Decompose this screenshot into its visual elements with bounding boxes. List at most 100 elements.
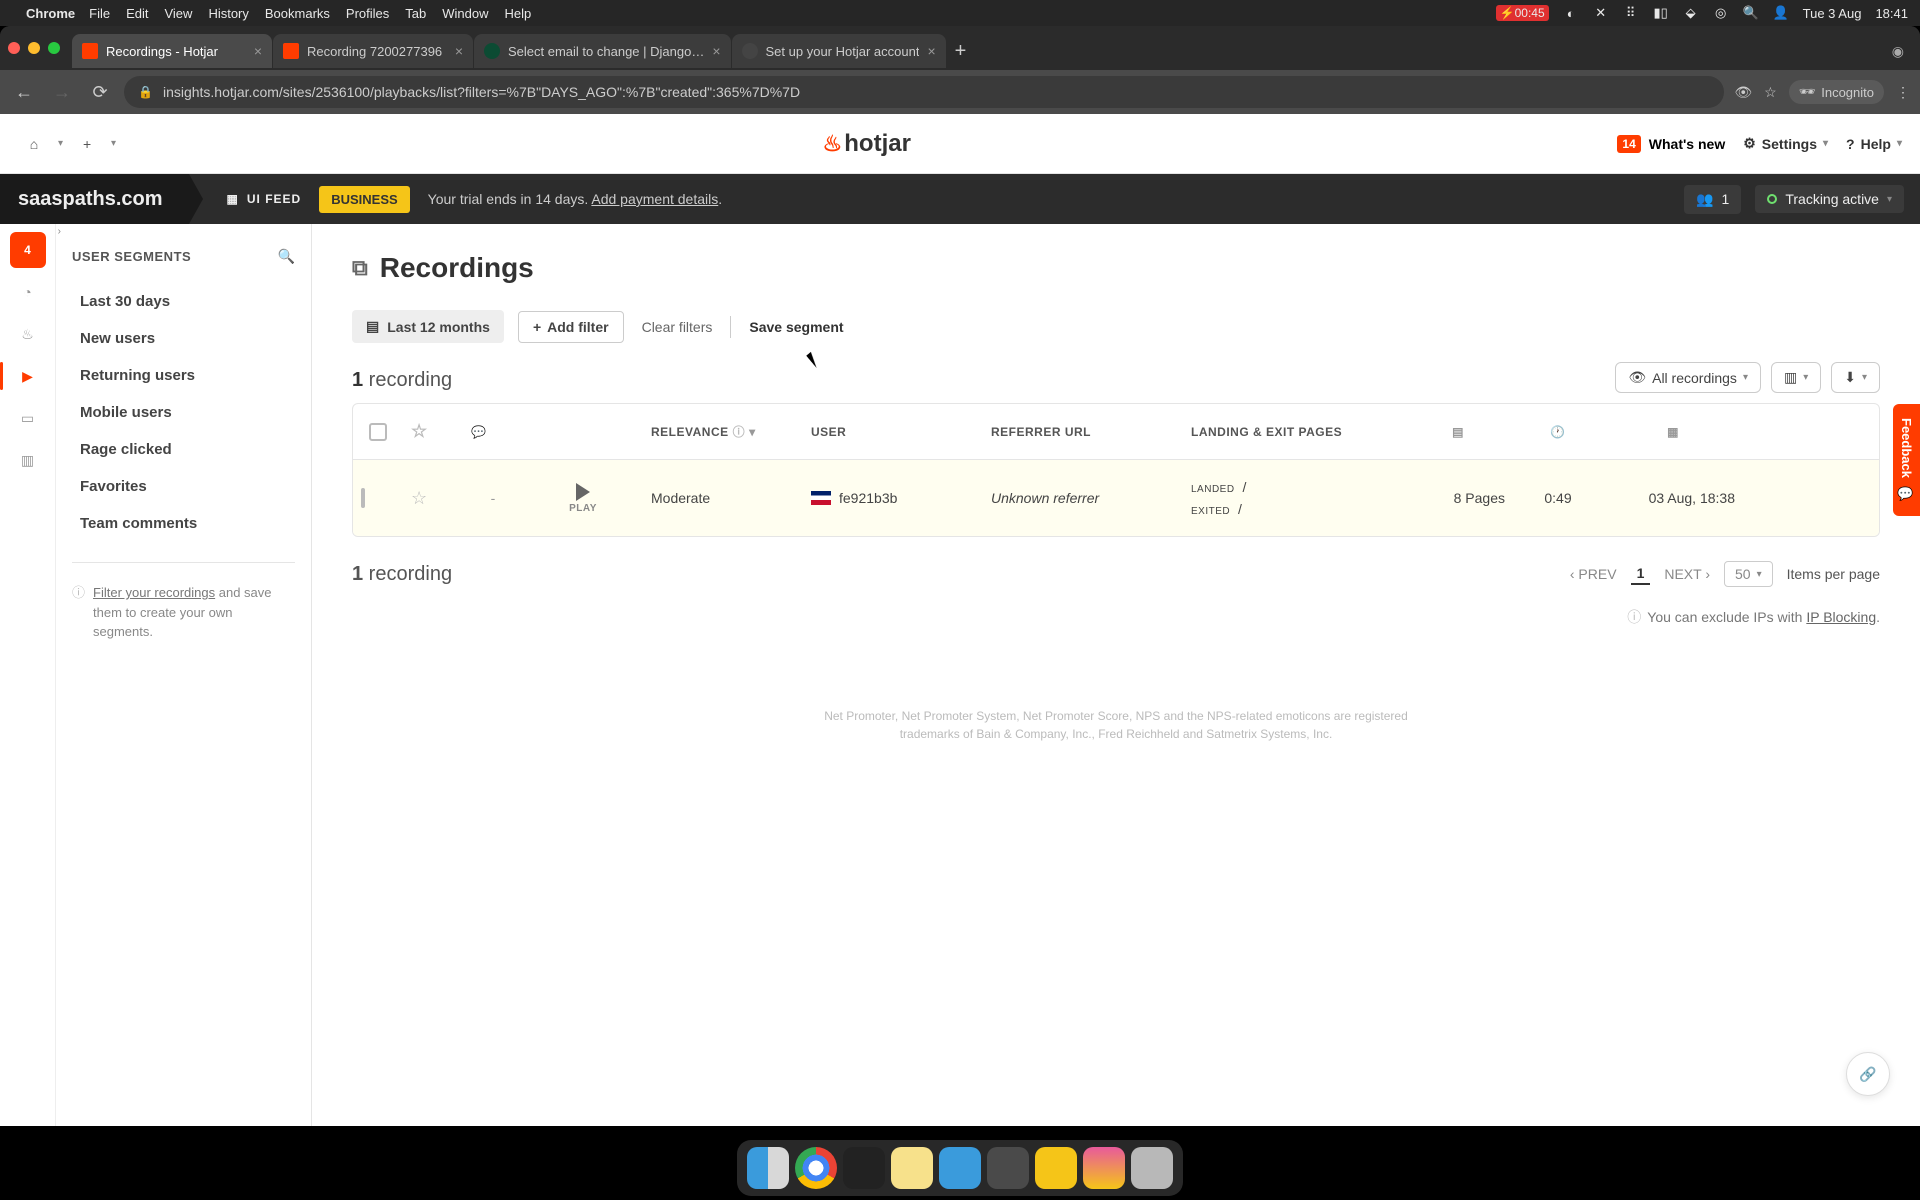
table-row[interactable]: ☆ - PLAY Moderate fe921b3b <box>353 460 1879 536</box>
tab-close-icon[interactable]: × <box>254 43 262 59</box>
menu-tab[interactable]: Tab <box>405 6 426 21</box>
dock-folder[interactable] <box>1035 1147 1077 1189</box>
clear-filters-button[interactable]: Clear filters <box>638 319 717 335</box>
segment-mobile-users[interactable]: Mobile users <box>72 394 295 431</box>
all-recordings-dropdown[interactable]: 👁 All recordings ▾ <box>1615 362 1761 393</box>
lock-icon[interactable]: 🔒 <box>138 85 153 99</box>
rail-dashboard-icon[interactable]: ◔ <box>10 274 46 310</box>
row-checkbox[interactable] <box>361 488 365 508</box>
wifi-icon[interactable]: ⬙ <box>1683 5 1699 21</box>
rail-notifications[interactable]: 4 <box>10 232 46 268</box>
ip-blocking-link[interactable]: IP Blocking <box>1806 609 1876 625</box>
sort-icon[interactable]: ▾ <box>749 425 756 439</box>
duration-header-icon[interactable]: 🕐 <box>1550 425 1565 439</box>
new-button[interactable]: + <box>71 128 103 160</box>
tray-icon-2[interactable]: ✕ <box>1593 5 1609 21</box>
segment-rage-clicked[interactable]: Rage clicked <box>72 431 295 468</box>
tab-2[interactable]: Select email to change | Django… × <box>474 34 731 68</box>
incognito-badge[interactable]: 🕶 Incognito <box>1789 80 1884 104</box>
columns-button[interactable]: ▥ ▾ <box>1771 362 1821 393</box>
rail-heatmaps-icon[interactable]: ♨ <box>10 316 46 352</box>
menu-profiles[interactable]: Profiles <box>346 6 389 21</box>
dock-finder[interactable] <box>747 1147 789 1189</box>
col-user[interactable]: USER <box>811 425 846 439</box>
incognito-indicator-icon[interactable]: ◉ <box>1892 43 1904 60</box>
segment-last-30-days[interactable]: Last 30 days <box>72 283 295 320</box>
tray-icon-3[interactable]: ⠿ <box>1623 5 1639 21</box>
info-icon[interactable]: ⓘ <box>733 423 746 440</box>
share-link-fab[interactable]: 🔗 <box>1846 1052 1890 1096</box>
menubar-app[interactable]: Chrome <box>26 6 75 21</box>
org-switcher-icon[interactable]: ⌂ <box>18 128 50 160</box>
add-payment-link[interactable]: Add payment details <box>591 191 718 207</box>
address-bar[interactable]: 🔒 insights.hotjar.com/sites/2536100/play… <box>124 76 1724 108</box>
col-landing[interactable]: LANDING & EXIT PAGES <box>1191 425 1342 439</box>
chevron-down-icon[interactable]: ▾ <box>58 138 63 149</box>
rail-surveys-icon[interactable]: ▥ <box>10 442 46 478</box>
segment-new-users[interactable]: New users <box>72 320 295 357</box>
col-relevance[interactable]: RELEVANCE <box>651 425 729 439</box>
tab-3[interactable]: Set up your Hotjar account × <box>732 34 946 68</box>
filter-recordings-link[interactable]: Filter your recordings <box>93 585 215 600</box>
next-button[interactable]: NEXT › <box>1664 566 1710 582</box>
rail-recordings-icon[interactable]: ▶ <box>10 358 46 394</box>
window-minimize[interactable] <box>28 42 40 54</box>
eye-off-icon[interactable]: 👁 <box>1734 84 1752 101</box>
download-button[interactable]: ⬇ ▾ <box>1831 362 1880 393</box>
reload-button[interactable]: ⟳ <box>86 82 114 103</box>
segment-team-comments[interactable]: Team comments <box>72 505 295 542</box>
menubar-date[interactable]: Tue 3 Aug <box>1803 6 1862 21</box>
menu-edit[interactable]: Edit <box>126 6 148 21</box>
tab-close-icon[interactable]: × <box>455 43 463 59</box>
tray-icon-1[interactable]: ◐ <box>1563 5 1579 21</box>
page-number[interactable]: 1 <box>1631 563 1651 585</box>
menu-window[interactable]: Window <box>442 6 488 21</box>
dock-chrome[interactable] <box>795 1147 837 1189</box>
comment-header-icon[interactable]: 💬 <box>471 425 486 439</box>
col-referrer[interactable]: REFERRER URL <box>991 425 1091 439</box>
dock-terminal[interactable] <box>843 1147 885 1189</box>
tab-0[interactable]: Recordings - Hotjar × <box>72 34 272 68</box>
whats-new-button[interactable]: 14 What's new <box>1617 135 1725 153</box>
tab-close-icon[interactable]: × <box>927 43 935 59</box>
forward-button[interactable]: → <box>48 82 76 103</box>
site-name[interactable]: saaspaths.com <box>0 174 189 224</box>
window-close[interactable] <box>8 42 20 54</box>
star-header-icon[interactable]: ☆ <box>411 421 428 442</box>
add-filter-button[interactable]: + Add filter <box>518 311 624 343</box>
bookmark-star-icon[interactable]: ☆ <box>1764 84 1777 101</box>
help-button[interactable]: ? Help ▾ <box>1846 136 1902 152</box>
dock-notes[interactable] <box>891 1147 933 1189</box>
save-segment-button[interactable]: Save segment <box>745 319 847 335</box>
date-filter-chip[interactable]: ▤ Last 12 months <box>352 310 504 343</box>
select-all-checkbox[interactable] <box>369 423 387 441</box>
menubar-time[interactable]: 18:41 <box>1875 6 1908 21</box>
row-star-icon[interactable]: ☆ <box>411 488 427 508</box>
tab-close-icon[interactable]: × <box>712 43 720 59</box>
expand-rail-icon[interactable]: › <box>58 226 61 237</box>
per-page-select[interactable]: 50 ▾ <box>1724 561 1773 587</box>
uifeed-button[interactable]: ▦ UI FEED <box>227 192 302 206</box>
menu-file[interactable]: File <box>89 6 110 21</box>
date-header-icon[interactable]: ▦ <box>1667 425 1679 439</box>
prev-button[interactable]: ‹ PREV <box>1570 566 1617 582</box>
dock-trash[interactable] <box>1131 1147 1173 1189</box>
hotjar-logo[interactable]: ♨ hotjar <box>823 130 911 158</box>
control-center-icon[interactable]: ◎ <box>1713 5 1729 21</box>
user-icon[interactable]: 👤 <box>1773 5 1789 21</box>
battery-icon[interactable]: ▮▯ <box>1653 5 1669 21</box>
menu-view[interactable]: View <box>164 6 192 21</box>
chevron-down-icon[interactable]: ▾ <box>111 138 116 149</box>
feedback-tab[interactable]: Feedback 💬 <box>1893 404 1920 516</box>
window-maximize[interactable] <box>48 42 60 54</box>
dock-image[interactable] <box>1083 1147 1125 1189</box>
rail-feedback-icon[interactable]: ▭ <box>10 400 46 436</box>
menu-help[interactable]: Help <box>505 6 532 21</box>
spotlight-icon[interactable]: 🔍 <box>1743 5 1759 21</box>
settings-button[interactable]: ⚙ Settings ▾ <box>1743 135 1828 152</box>
users-button[interactable]: 👥 1 <box>1684 185 1741 214</box>
segment-returning-users[interactable]: Returning users <box>72 357 295 394</box>
pages-header-icon[interactable]: ▤ <box>1452 425 1464 439</box>
new-tab-button[interactable]: + <box>955 40 967 63</box>
menu-bookmarks[interactable]: Bookmarks <box>265 6 330 21</box>
